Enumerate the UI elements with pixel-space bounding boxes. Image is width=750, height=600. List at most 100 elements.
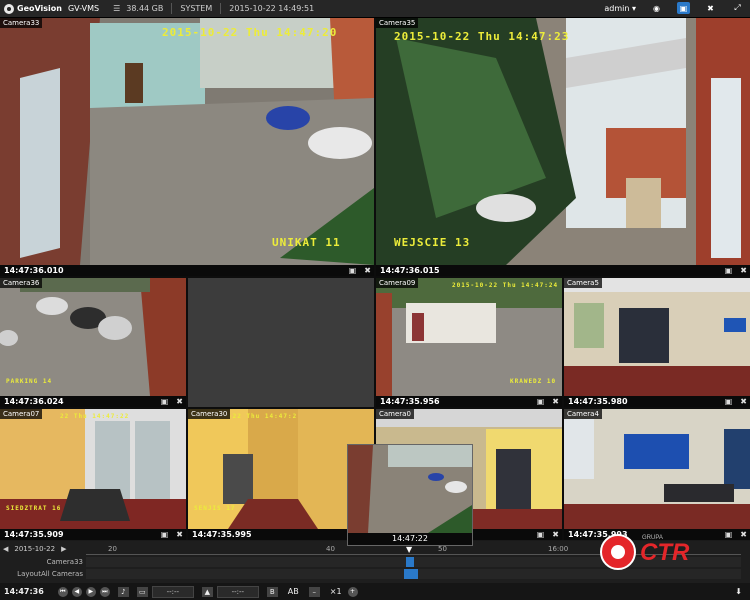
snapshot-icon[interactable]: ▣ [161, 396, 169, 407]
tools-icon[interactable]: ✖ [740, 265, 747, 276]
timeline-date[interactable]: 2015-10-22 [14, 545, 55, 553]
camera-view[interactable]: Camera5 14:47:35.980 ▣ ✖ [564, 278, 750, 407]
playhead-marker[interactable]: ▼ [406, 545, 412, 554]
system-menu[interactable]: SYSTEM [180, 4, 212, 13]
tools-icon[interactable]: ✖ [552, 396, 559, 407]
frame-timestamp: 14:47:36.015 [380, 266, 440, 275]
osd-timestamp: 22 Thu 14:47:22 [60, 413, 130, 420]
track-label: Camera33 [46, 558, 83, 566]
snapshot-icon[interactable]: ▣ [161, 529, 169, 540]
camera-footer: 14:47:35.909 ▣ ✖ [0, 529, 186, 540]
save-icon[interactable]: ▣ [677, 2, 690, 14]
ruler-tick: 16:00 [548, 545, 569, 553]
ctr-watermark-logo: CTR GRUPA [600, 534, 690, 570]
camera-label: Camera30 [188, 409, 231, 419]
preview-timestamp: 14:47:22 [348, 533, 472, 545]
svg-text:CTR: CTR [640, 539, 690, 566]
playback-preview-popup[interactable]: 14:47:22 [347, 444, 473, 546]
osd-caption: WEJSCIE 13 [394, 236, 471, 249]
snapshot-icon[interactable]: ▣ [349, 265, 357, 276]
rewind-icon[interactable]: ◀ [71, 586, 82, 597]
start-time-field[interactable]: --:-- [151, 585, 194, 598]
camera-view[interactable]: Camera4 14:47:35.993 ▣ ✖ [564, 409, 750, 540]
osd-timestamp: 2015-10-22 Thu 14:47:23 [394, 30, 570, 43]
aspect-label[interactable]: AB [288, 587, 299, 596]
camera-image [376, 18, 750, 265]
osd-timestamp: -22 Thu 14:47:2 [228, 413, 298, 420]
camera-view[interactable]: Camera33 2015-10-22 Thu 14:47:20 UNIKAT … [0, 18, 374, 276]
speed-up-icon[interactable]: + [347, 586, 358, 597]
play-icon[interactable]: ▶ [85, 586, 96, 597]
mute-icon[interactable]: ♪ [117, 586, 129, 597]
storage-icon: ☰ [113, 4, 121, 13]
fullscreen-icon[interactable]: ⤢ [731, 2, 744, 14]
top-bar: GeoVision GV-VMS ☰ 38.44 GB SYSTEM 2015-… [0, 0, 750, 18]
camera-label: Camera36 [0, 278, 43, 288]
preview-image [348, 445, 472, 533]
divider [171, 3, 173, 14]
osd-caption: SIEDZTRAT 16 [6, 505, 62, 512]
empty-camera-slot[interactable] [188, 278, 374, 407]
camera-view[interactable]: Camera35 2015-10-22 Thu 14:47:23 WEJSCIE… [376, 18, 750, 276]
user-name: admin [604, 3, 630, 13]
camera-view[interactable]: Camera07 22 Thu 14:47:22 SIEDZTRAT 16 14… [0, 409, 186, 540]
snapshot-icon[interactable]: ▣ [725, 396, 733, 407]
camera-image [564, 409, 750, 529]
end-time-field[interactable]: --:-- [216, 585, 259, 598]
osd-timestamp: 2015-10-22 Thu 14:47:24 [452, 282, 559, 289]
tools-icon[interactable]: ✖ [176, 529, 183, 540]
prev-day-icon[interactable]: ◀ [3, 545, 8, 553]
user-menu[interactable]: admin ▾ [604, 4, 636, 13]
camera-footer: 14:47:35.956 ▣ ✖ [376, 396, 562, 407]
skip-back-icon[interactable]: ⏮ [57, 586, 68, 597]
app-logo: GeoVision GV-VMS [0, 3, 100, 14]
tools-icon[interactable]: ✖ [704, 2, 717, 14]
pin-icon[interactable]: ⬇ [735, 587, 742, 596]
frame-timestamp: 14:47:35.995 [192, 530, 252, 539]
frame-timestamp: 14:47:35.909 [4, 530, 64, 539]
camera-view[interactable]: Camera36 PARKING 14 14:47:36.024 ▣ ✖ [0, 278, 186, 407]
snapshot-icon[interactable]: ▣ [537, 529, 545, 540]
recording-segment [404, 569, 418, 579]
brand-name: GeoVision [17, 4, 62, 13]
divider [220, 3, 222, 14]
mark-start-icon[interactable]: ▲ [201, 586, 213, 597]
mark-end-icon[interactable]: B [266, 586, 278, 597]
app-name: GV-VMS [67, 4, 100, 13]
speed-down-icon[interactable]: – [308, 586, 320, 597]
tools-icon[interactable]: ✖ [552, 529, 559, 540]
disk-space: 38.44 GB [126, 4, 164, 13]
playback-speed[interactable]: ×1 [330, 587, 342, 596]
osd-caption: SENJIS 17 [194, 505, 236, 512]
next-day-icon[interactable]: ▶ [61, 545, 66, 553]
snapshot-icon[interactable]: ▣ [537, 396, 545, 407]
osd-timestamp: 2015-10-22 Thu 14:47:20 [162, 26, 338, 39]
snapshot-icon[interactable]: ▣ [725, 529, 733, 540]
tools-icon[interactable]: ✖ [364, 265, 371, 276]
ruler-tick: 20 [108, 545, 117, 553]
ruler-tick: 50 [438, 545, 447, 553]
frame-timestamp: 14:47:35.980 [568, 397, 628, 406]
camera-label: Camera4 [564, 409, 602, 419]
skip-forward-icon[interactable]: ⏭ [99, 586, 110, 597]
camera-grid: Camera33 2015-10-22 Thu 14:47:20 UNIKAT … [0, 18, 750, 546]
snapshot-icon[interactable]: ▣ [725, 265, 733, 276]
tools-icon[interactable]: ✖ [740, 529, 747, 540]
osd-caption: PARKING 14 [6, 378, 53, 385]
frame-timestamp: 14:47:35.956 [380, 397, 440, 406]
frame-timestamp: 14:47:36.024 [4, 397, 64, 406]
camera-label: Camera5 [564, 278, 602, 288]
camera-footer: 14:47:36.015 ▣ ✖ [376, 265, 750, 276]
camera-view[interactable]: Camera09 2015-10-22 Thu 14:47:24 KRAWEDZ… [376, 278, 562, 407]
camera-footer: 14:47:35.980 ▣ ✖ [564, 396, 750, 407]
tools-icon[interactable]: ✖ [740, 396, 747, 407]
svg-text:GRUPA: GRUPA [642, 535, 663, 541]
track-label: LayoutAll Cameras [17, 570, 83, 578]
layout-icon[interactable]: ▭ [136, 586, 148, 597]
tools-icon[interactable]: ✖ [176, 396, 183, 407]
playback-controls: 14:47:36 ⏮ ◀ ▶ ⏭ ♪ ▭ --:-- ▲ --:-- B AB … [0, 583, 750, 600]
eye-icon[interactable]: ◉ [650, 2, 663, 14]
ruler-tick: 40 [326, 545, 335, 553]
camera-footer: 14:47:36.024 ▣ ✖ [0, 396, 186, 407]
geovision-logo-icon [4, 3, 14, 14]
